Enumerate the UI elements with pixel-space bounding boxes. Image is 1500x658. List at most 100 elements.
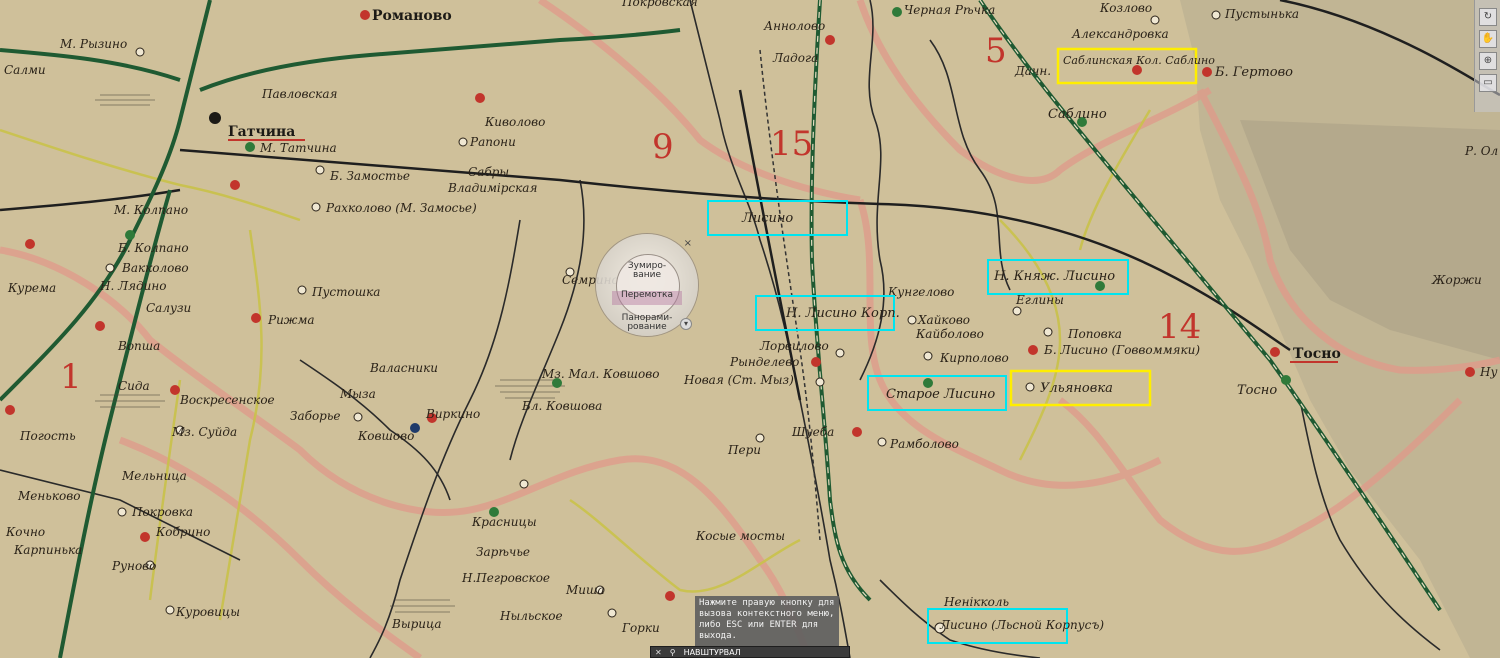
label-siuda: Сида: [118, 379, 150, 393]
highlight-label-n-lisino: Н. Лисино Корп.: [785, 306, 900, 321]
navigation-wheel[interactable]: Зумиро- вание Перемотка Панорами- ровани…: [596, 234, 698, 336]
highlight-label-staroe-lisino: Старое Лисино: [886, 387, 995, 402]
orbit-icon[interactable]: ↻: [1479, 8, 1497, 26]
label-sabry: Сабры: [468, 165, 509, 179]
label-b-zamostye: Б. Замостье: [329, 169, 410, 183]
label-misha: Миша: [565, 583, 605, 597]
label-ladoga: Ладога: [772, 51, 818, 65]
label-kungelovo: Кунгелово: [887, 285, 954, 299]
zoom-segment[interactable]: Зумиро- вание: [622, 262, 672, 280]
label-nu: Ну: [1479, 365, 1497, 379]
label-dachn: Дачн.: [1014, 64, 1051, 78]
viewcube-widget[interactable]: ↻ ✋ ⊕ ▭: [1474, 0, 1500, 112]
rewind-segment[interactable]: Перемотка: [612, 291, 682, 305]
label-virkino: Виркино: [425, 407, 480, 421]
label-n-petrovskoe: Н.Пегровское: [461, 571, 550, 585]
label-pokrovka: Покровка: [131, 505, 193, 519]
highlight-label-lisino: Лисино: [741, 211, 793, 226]
label-b-kolpano: Б. Колпано: [117, 241, 189, 255]
district-number-9: 9: [652, 127, 674, 167]
label-nenikol: Ненікколь: [943, 595, 1009, 609]
label-krasnitsy: Красницы: [471, 515, 537, 529]
label-kurema: Курема: [7, 281, 56, 295]
label-vyritsa: Вырица: [391, 617, 442, 631]
navigation-bar[interactable]: ✕ ⚲ НАВШТУРВАЛ: [650, 646, 850, 658]
label-kaibolovo: Кайболово: [915, 327, 984, 341]
label-myza: Мыза: [339, 387, 376, 401]
highlight-label-n-knyazh-lisino: Н. Княж. Лисино: [993, 269, 1115, 284]
label-pustynka: Пустынька: [1224, 7, 1299, 21]
label-egliny: Еглины: [1015, 293, 1064, 307]
label-pokrovskaya: Покровская: [621, 0, 698, 9]
tooltip: Нажмите правую кнопку для вызова контекс…: [695, 596, 839, 646]
highlight-label-lisino-korpus: Лисино (Льсной Корпусъ): [939, 618, 1104, 632]
label-bl-koshovo: Бл. Ковшова: [521, 399, 602, 413]
label-rydelevo: Рынделево: [729, 355, 799, 369]
label-nylskoe: Ныльское: [499, 609, 563, 623]
label-saluzi: Салузи: [146, 301, 191, 315]
label-karpinka: Карпинька: [13, 543, 82, 557]
label-sablino: Саблино: [1048, 107, 1107, 122]
historical-map[interactable]: 9 15 5 14 1 Гатчина Тосно Тосно Саблино …: [0, 0, 1500, 658]
label-m-suida: Мз. Суйда: [171, 425, 237, 439]
label-gatchina: Гатчина: [228, 124, 295, 140]
label-vladimirskaya: Владимірская: [447, 181, 537, 195]
label-runovo: Руново: [111, 559, 156, 573]
label-m-tatchina: М. Татчина: [259, 141, 337, 155]
label-kurovitsy: Куровицы: [175, 605, 240, 619]
label-r-ol: Р. Ол: [1464, 144, 1498, 158]
pan-segment[interactable]: Панорами- рование: [618, 314, 676, 332]
district-number-5: 5: [985, 31, 1007, 71]
label-salmi: Салми: [4, 63, 46, 77]
extents-icon[interactable]: ▭: [1479, 74, 1497, 92]
hand-icon[interactable]: ✋: [1479, 30, 1497, 48]
navigation-bar-title: НАВШТУРВАЛ: [683, 647, 741, 657]
district-number-1: 1: [60, 357, 82, 397]
district-number-14: 14: [1158, 307, 1201, 347]
label-kirpolovo: Кирполово: [939, 351, 1009, 365]
label-novaya: Новая (Ст. Мыз): [683, 373, 794, 387]
close-icon[interactable]: ✕: [651, 648, 666, 657]
label-rapony: Рапони: [469, 135, 516, 149]
tooltip-text: Нажмите правую кнопку для вызова контекс…: [699, 598, 835, 641]
label-rizhma: Рижма: [267, 313, 315, 327]
label-mz-koshovo: Мз. Мал. Ковшово: [541, 367, 659, 381]
label-gorki: Горки: [621, 621, 660, 635]
label-pavlovskaya: Павловская: [261, 87, 337, 101]
label-voskresenskoe: Воскресенское: [179, 393, 275, 407]
close-icon[interactable]: ×: [684, 238, 692, 249]
zoom-icon[interactable]: ⊕: [1479, 52, 1497, 70]
label-vopsha: Вопша: [117, 339, 160, 353]
label-peri: Пери: [727, 443, 761, 457]
label-b-lisino: Б. Лисино (Говвоммяки): [1043, 343, 1200, 357]
label-b-gertovo: Б. Гертово: [1214, 65, 1293, 80]
label-zaborye: Заборье: [290, 409, 341, 423]
pin-icon[interactable]: ⚲: [666, 648, 680, 657]
label-kochno: Кочно: [5, 525, 45, 539]
label-annolovo: Аннолово: [763, 19, 825, 33]
chevron-down-icon[interactable]: ▾: [680, 318, 692, 330]
label-m-ryzino: М. Рызино: [59, 37, 127, 51]
label-melnitsa: Мельница: [121, 469, 187, 483]
label-aleksandrovka: Александровка: [1071, 27, 1169, 41]
label-rakholovo: Рахколово (М. Замосье): [325, 201, 477, 215]
label-popovka: Поповка: [1067, 327, 1122, 341]
label-kozlovo: Козлово: [1099, 1, 1152, 15]
label-romanovo: Романово: [372, 8, 452, 24]
label-khaikovo: Хайково: [917, 313, 970, 327]
highlight-label-ulyanovka: Ульяновка: [1040, 381, 1113, 396]
label-kobrino: Кобрино: [155, 525, 210, 539]
label-pogost: Погость: [19, 429, 76, 443]
label-zarechye: Зарѣчье: [476, 545, 530, 559]
label-n-lyadino: Н. Лядино: [99, 279, 167, 293]
label-tosno: Тосно: [1293, 346, 1341, 362]
label-tosno-2: Тосно: [1237, 383, 1277, 398]
district-number-15: 15: [770, 124, 813, 164]
label-menkovo: Меньково: [17, 489, 80, 503]
label-rambolovo: Рамболово: [889, 437, 959, 451]
label-pustoshka: Пустошка: [311, 285, 380, 299]
highlight-label-sablino: Саблинская Кол. Саблино: [1063, 54, 1215, 67]
label-zhorzhi: Жоржи: [1431, 273, 1482, 287]
label-kosye-mosty: Косые мосты: [695, 529, 785, 543]
label-lorvilovo: Лорвилово: [759, 339, 829, 353]
